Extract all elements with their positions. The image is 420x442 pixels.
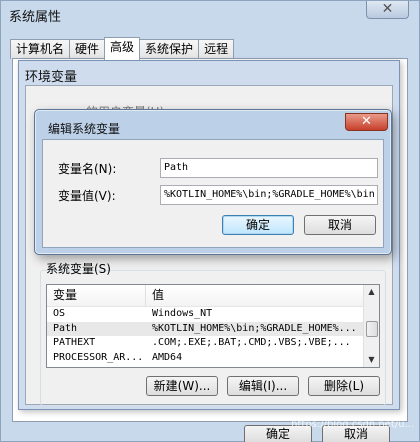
row-value: Windows_NT	[152, 308, 213, 319]
row-name: PROCESSOR_AR...	[53, 351, 144, 363]
row-name: PATHEXT	[53, 337, 96, 348]
watermark: https://blog.csdn.net/u...	[291, 419, 414, 430]
system-vars-label: 系统变量(S)	[46, 262, 111, 276]
variable-name-label: 变量名(N):	[58, 162, 117, 176]
variable-name-input[interactable]: Path	[160, 158, 378, 178]
row-value: .COM;.EXE;.BAT;.CMD;.VBS;.VBE;...	[152, 337, 351, 348]
tab-advanced[interactable]: 高级	[104, 37, 141, 60]
vertical-scrollbar[interactable]: ▲ ▼	[363, 285, 379, 367]
env-window-title: 环境变量	[25, 70, 78, 85]
variable-value-input[interactable]: %KOTLIN_HOME%\bin;%GRADLE_HOME%\bin	[160, 185, 378, 205]
close-icon: ✕	[361, 114, 372, 129]
row-value: AMD64	[152, 351, 183, 363]
new-variable-button[interactable]: 新建(W)...	[146, 376, 218, 396]
table-row[interactable]: Path %KOTLIN_HOME%\bin;%GRADLE_HOME%...	[47, 321, 379, 336]
close-icon: ✕	[381, 1, 394, 17]
tab-computer-name[interactable]: 计算机名	[10, 39, 71, 59]
tab-strip: 计算机名 硬件 高级 系统保护 远程	[10, 37, 235, 60]
column-header-value[interactable]: 值	[146, 285, 365, 306]
table-header: 变量 值	[47, 285, 379, 307]
table-row[interactable]: PATHEXT .COM;.EXE;.BAT;.CMD;.VBS;.VBE;..…	[47, 336, 379, 351]
table-row[interactable]: OS Windows_NT	[47, 307, 379, 322]
row-value: %KOTLIN_HOME%\bin;%GRADLE_HOME%...	[152, 322, 357, 334]
table-row[interactable]: PROCESSOR_AR... AMD64	[47, 351, 379, 366]
dialog-ok-button[interactable]: 确定	[222, 215, 294, 235]
tab-remote[interactable]: 远程	[198, 39, 235, 59]
tab-hardware[interactable]: 硬件	[69, 39, 106, 59]
edit-variable-button[interactable]: 编辑(I)...	[227, 376, 299, 396]
row-name: Path	[53, 322, 78, 334]
scroll-down-icon[interactable]: ▼	[364, 353, 379, 367]
tab-system-protection[interactable]: 系统保护	[139, 39, 200, 59]
column-header-variable[interactable]: 变量	[47, 285, 146, 306]
scroll-up-icon[interactable]: ▲	[364, 285, 379, 299]
dialog-close-button[interactable]: ✕	[345, 113, 388, 131]
close-button[interactable]: ✕	[366, 1, 409, 19]
system-vars-table[interactable]: 变量 值 OS Windows_NT Path %KOTLIN_HOME%\bi…	[46, 284, 380, 368]
variable-value-label: 变量值(V):	[58, 189, 116, 203]
row-name: OS	[53, 308, 66, 319]
window-title: 系统属性	[9, 10, 62, 25]
dialog-cancel-button[interactable]: 取消	[304, 215, 376, 235]
scroll-thumb[interactable]	[366, 321, 378, 337]
dialog-title: 编辑系统变量	[48, 122, 121, 136]
delete-variable-button[interactable]: 删除(L)	[308, 376, 380, 396]
